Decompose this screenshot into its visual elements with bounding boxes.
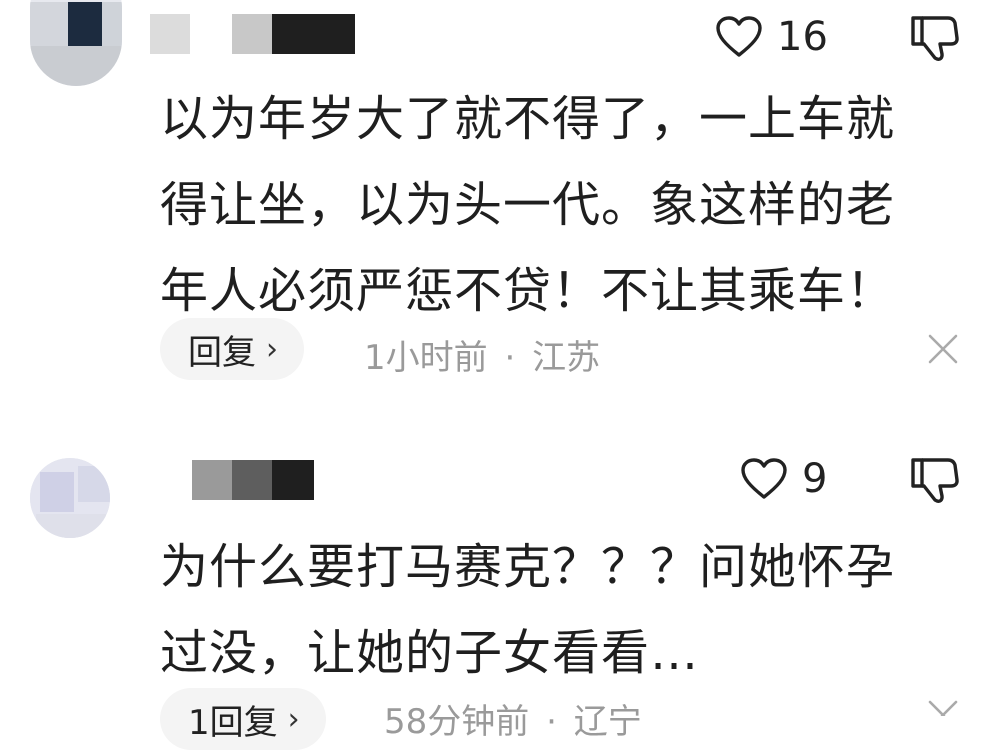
comment-time: 58分钟前 bbox=[384, 702, 530, 742]
comment-meta: 58分钟前 · 辽宁 bbox=[384, 694, 642, 743]
dislike-button[interactable] bbox=[908, 456, 960, 508]
comment-text: 为什么要打马赛克？？？问她怀孕 过没，让她的子女看看… bbox=[160, 524, 930, 696]
avatar[interactable] bbox=[30, 458, 110, 538]
heart-outline-icon bbox=[741, 458, 787, 499]
comment-text-line: 过没，让她的子女看看… bbox=[160, 625, 700, 681]
reply-button[interactable]: 1回复 › bbox=[160, 688, 326, 750]
username-masked[interactable] bbox=[192, 460, 314, 500]
like-button[interactable]: 9 bbox=[740, 458, 827, 500]
comment-location: 辽宁 bbox=[573, 702, 642, 742]
close-icon bbox=[928, 700, 958, 718]
comment-item: 9 为什么要打马赛克？？？问她怀孕 过没，让她的子女看看… 1回复 › 58分钟… bbox=[0, 0, 996, 750]
thumbs-down-outline-icon bbox=[911, 458, 959, 503]
reply-label: 1回复 bbox=[188, 702, 278, 743]
comment-text-line: 为什么要打马赛克？？？问她怀孕 bbox=[160, 539, 896, 595]
chevron-right-icon: › bbox=[287, 701, 300, 737]
meta-separator: · bbox=[546, 702, 557, 742]
like-count: 9 bbox=[802, 456, 828, 502]
dismiss-button[interactable] bbox=[926, 698, 960, 720]
